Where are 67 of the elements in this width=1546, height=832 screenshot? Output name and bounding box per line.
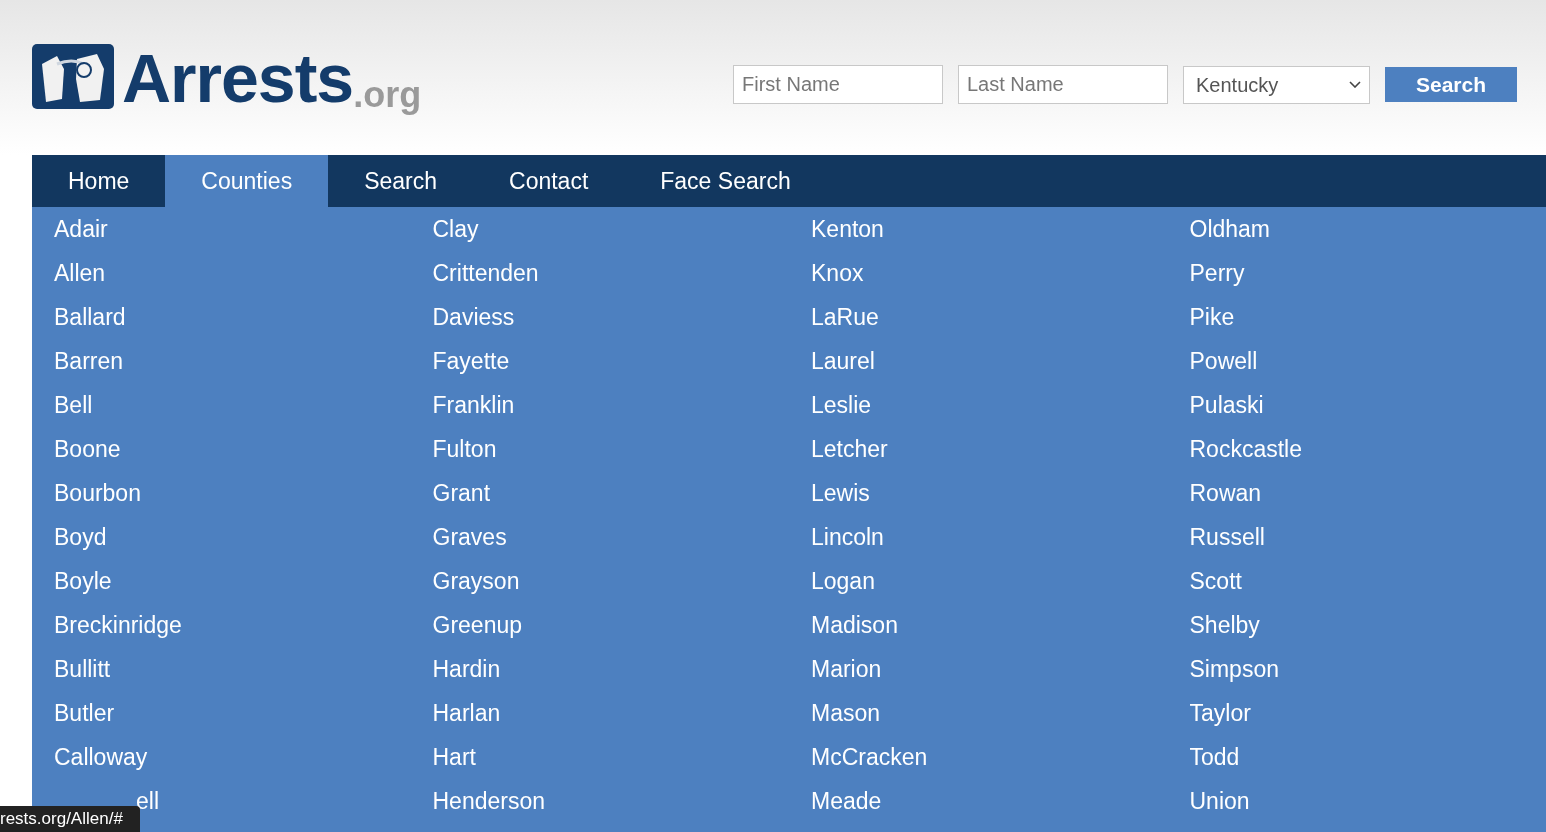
county-link[interactable]: Mason: [811, 695, 881, 731]
nav-tab[interactable]: Counties: [165, 155, 329, 207]
county-link[interactable]: Meade: [811, 783, 882, 819]
county-link[interactable]: LaRue: [811, 299, 879, 335]
county-link[interactable]: Adair: [54, 211, 108, 247]
county-link[interactable]: Logan: [811, 563, 875, 599]
county-link[interactable]: Marion: [811, 651, 882, 687]
county-link[interactable]: Leslie: [811, 387, 872, 423]
county-link[interactable]: Lewis: [811, 475, 870, 511]
search-button[interactable]: Search: [1385, 67, 1517, 102]
county-link[interactable]: Taylor: [1189, 695, 1251, 731]
county-link[interactable]: Butler: [54, 695, 115, 731]
county-link[interactable]: Shelby: [1189, 607, 1260, 643]
site-logo-suffix: .org: [353, 77, 422, 113]
county-link[interactable]: Boyd: [54, 519, 107, 555]
nav-tab[interactable]: Face Search: [624, 155, 827, 207]
county-link[interactable]: Henderson: [432, 783, 546, 819]
nav-tab[interactable]: Home: [32, 155, 166, 207]
county-link[interactable]: Daviess: [432, 299, 515, 335]
county-link[interactable]: Harlan: [432, 695, 501, 731]
county-link[interactable]: Hart: [432, 739, 476, 775]
nav-tab[interactable]: Contact: [473, 155, 625, 207]
last-name-field[interactable]: Last Name: [958, 65, 1168, 104]
county-link[interactable]: Pike: [1189, 299, 1235, 335]
county-link[interactable]: Letcher: [811, 431, 888, 467]
county-link[interactable]: Bourbon: [54, 475, 141, 511]
county-link[interactable]: Ballard: [54, 299, 126, 335]
county-link[interactable]: Boyle: [54, 563, 112, 599]
county-link[interactable]: Todd: [1189, 739, 1240, 775]
county-link[interactable]: Clay: [432, 211, 479, 247]
county-link[interactable]: Russell: [1189, 519, 1265, 555]
county-link[interactable]: Simpson: [1189, 651, 1279, 687]
county-link[interactable]: Powell: [1189, 343, 1258, 379]
chevron-down-icon: [1349, 81, 1361, 88]
state-select[interactable]: Kentucky: [1183, 65, 1370, 104]
county-link[interactable]: Boone: [54, 431, 121, 467]
county-link[interactable]: Hardin: [432, 651, 501, 687]
county-link[interactable]: Fayette: [432, 343, 510, 379]
county-link[interactable]: Madison: [811, 607, 898, 643]
county-link[interactable]: Barren: [54, 343, 124, 379]
county-link[interactable]: Greenup: [432, 607, 522, 643]
site-logo-text: Arrests: [122, 47, 354, 109]
county-link[interactable]: Oldham: [1189, 211, 1271, 247]
county-link[interactable]: Graves: [432, 519, 507, 555]
county-link[interactable]: Knox: [811, 255, 864, 291]
county-link[interactable]: Calloway: [54, 739, 148, 775]
county-link[interactable]: Franklin: [432, 387, 515, 423]
county-link[interactable]: Scott: [1189, 563, 1242, 599]
county-link[interactable]: Perry: [1189, 255, 1245, 291]
county-link[interactable]: Breckinridge: [54, 607, 182, 643]
nav-tab[interactable]: Search: [328, 155, 473, 207]
county-link[interactable]: Kenton: [811, 211, 884, 247]
county-link[interactable]: Pulaski: [1189, 387, 1264, 423]
county-link[interactable]: Grayson: [432, 563, 520, 599]
county-link[interactable]: Union: [1189, 783, 1250, 819]
county-link[interactable]: Lincoln: [811, 519, 884, 555]
county-link[interactable]: Grant: [432, 475, 491, 511]
county-link[interactable]: Bell: [54, 387, 93, 423]
county-link[interactable]: Rowan: [1189, 475, 1262, 511]
county-link[interactable]: Laurel: [811, 343, 875, 379]
county-link[interactable]: Rockcastle: [1189, 431, 1302, 467]
first-name-field[interactable]: First Name: [733, 65, 943, 104]
county-link[interactable]: Allen: [54, 255, 106, 291]
county-link[interactable]: Crittenden: [432, 255, 539, 291]
county-link[interactable]: McCracken: [811, 739, 928, 775]
county-link[interactable]: Bullitt: [54, 651, 111, 687]
county-link[interactable]: Fulton: [432, 431, 497, 467]
